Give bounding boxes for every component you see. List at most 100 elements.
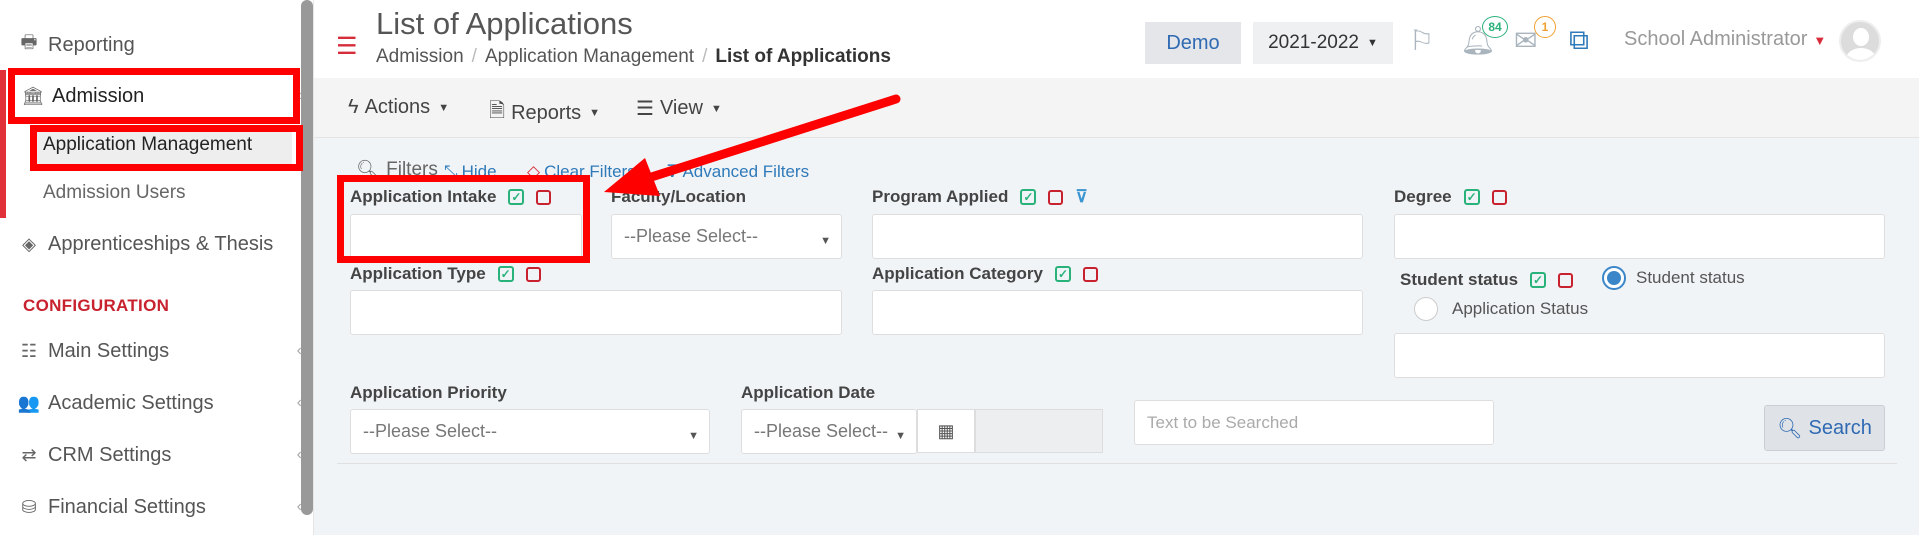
- select-all-checkbox-icon[interactable]: ✓: [497, 266, 514, 282]
- select-placeholder: --Please Select--: [754, 421, 889, 441]
- degree-label: Degree ✓: [1394, 187, 1507, 207]
- sidebar-subitem-application-management[interactable]: Application Management: [30, 126, 292, 164]
- application-date-select[interactable]: --Please Select-- ▼: [741, 409, 917, 454]
- section-heading-configuration: CONFIGURATION: [23, 296, 170, 315]
- calendar-icon[interactable]: ▦: [917, 409, 975, 453]
- label-text: Application Type: [350, 264, 486, 283]
- faculty-location-select[interactable]: --Please Select-- ▼: [611, 214, 842, 259]
- deselect-all-checkbox-icon[interactable]: [1491, 189, 1507, 205]
- deselect-all-checkbox-icon[interactable]: [1082, 266, 1098, 282]
- sliders-icon: ☷: [20, 340, 38, 361]
- breadcrumb-current: List of Applications: [715, 46, 891, 67]
- printer-icon: 🖶: [20, 32, 38, 52]
- radio-student-status[interactable]: Student status: [1602, 266, 1745, 290]
- actions-dropdown[interactable]: ϟ Actions ▼: [348, 96, 449, 119]
- sidebar-item-main-settings[interactable]: ☷ Main Settings ‹: [0, 331, 302, 371]
- hide-filters-link[interactable]: ⤡ Hide: [444, 162, 497, 182]
- radio-label: Student status: [1636, 268, 1745, 287]
- avatar[interactable]: [1839, 20, 1881, 62]
- deselect-all-checkbox-icon[interactable]: [1048, 189, 1064, 205]
- student-status-input[interactable]: [1394, 333, 1885, 378]
- users-icon: 👥: [17, 392, 41, 413]
- breadcrumb-item[interactable]: Admission: [376, 46, 464, 68]
- view-label: View: [659, 97, 703, 119]
- application-type-label: Application Type ✓: [350, 264, 541, 284]
- clear-label: Clear Filters: [544, 162, 636, 181]
- label-text: Program Applied: [872, 187, 1009, 206]
- bank-icon: 🏛: [21, 85, 45, 106]
- sidebar-item-admission[interactable]: 🏛 Admission ‹: [0, 76, 302, 116]
- filters-heading: 🔍︎ Filters: [356, 158, 438, 182]
- student-status-label: Student status ✓: [1400, 270, 1574, 290]
- application-type-input[interactable]: [350, 290, 842, 335]
- faculty-location-label: Faculty/Location: [611, 187, 747, 206]
- deselect-all-checkbox-icon[interactable]: [1558, 272, 1574, 288]
- application-intake-label: Application Intake ✓: [350, 187, 552, 207]
- select-all-checkbox-icon[interactable]: ✓: [1020, 189, 1037, 205]
- sidebar-item-apprenticeships[interactable]: ◈ Apprenticeships & Thesis: [0, 224, 300, 264]
- application-intake-input[interactable]: [350, 214, 582, 259]
- flag-icon[interactable]: ⚐: [1409, 24, 1434, 57]
- radio-button[interactable]: [1602, 266, 1626, 290]
- reports-dropdown[interactable]: 🗎 Reports ▼: [489, 96, 600, 130]
- sidebar-item-financial-settings[interactable]: ⛁ Financial Settings ‹: [0, 487, 302, 527]
- user-name: School Administrator: [1624, 28, 1808, 50]
- label-text: Application Intake: [350, 187, 497, 206]
- advanced-filters-link[interactable]: ⊽ Advanced Filters: [666, 162, 809, 182]
- list-icon: ☰: [636, 98, 654, 120]
- view-dropdown[interactable]: ☰ View ▼: [636, 96, 722, 121]
- date-range-input[interactable]: [975, 409, 1103, 453]
- caret-down-icon: ▼: [589, 107, 601, 119]
- funnel-icon[interactable]: ⊽: [1075, 187, 1087, 207]
- sidebar-item-label: Apprenticeships & Thesis: [48, 232, 274, 255]
- advanced-label: Advanced Filters: [682, 162, 810, 181]
- clear-filters-link[interactable]: ◇ Clear Filters: [527, 162, 636, 182]
- layers-plus-icon[interactable]: ⧉: [1569, 24, 1589, 57]
- breadcrumb-separator: /: [471, 46, 477, 67]
- degree-input[interactable]: [1394, 214, 1885, 259]
- sidebar-subitem-label: Admission Users: [43, 182, 186, 203]
- sidebar-subitem-admission-users[interactable]: Admission Users: [30, 174, 292, 212]
- radio-application-status[interactable]: Application Status: [1414, 297, 1588, 321]
- input-placeholder: Text to be Searched: [1147, 412, 1299, 432]
- sidebar-item-crm-settings[interactable]: ⇄ CRM Settings ‹: [0, 435, 302, 475]
- page-title: List of Applications: [376, 6, 633, 41]
- message-count-badge: 1: [1534, 16, 1556, 38]
- select-placeholder: --Please Select--: [624, 226, 759, 246]
- caret-down-icon: ▼: [820, 235, 831, 247]
- breadcrumb-item[interactable]: Application Management: [485, 46, 694, 68]
- sidebar: 🖶 Reporting 🏛 Admission ‹ Application Ma…: [0, 0, 314, 535]
- academic-year-select[interactable]: 2021-2022 ▼: [1253, 22, 1393, 64]
- sidebar-scrollbar[interactable]: [301, 0, 313, 515]
- menu-toggle-icon[interactable]: ☰: [336, 32, 358, 61]
- demo-button[interactable]: Demo: [1145, 22, 1241, 64]
- sidebar-item-label: Main Settings: [48, 339, 170, 362]
- application-date-label: Application Date: [741, 383, 876, 402]
- caret-down-icon: ▼: [1813, 33, 1827, 48]
- label-text: Degree: [1394, 187, 1452, 206]
- sidebar-item-academic-settings[interactable]: 👥 Academic Settings ‹: [0, 383, 302, 423]
- select-all-checkbox-icon[interactable]: ✓: [1054, 266, 1071, 282]
- program-applied-input[interactable]: [872, 214, 1363, 259]
- select-all-checkbox-icon[interactable]: ✓: [1463, 189, 1480, 205]
- select-all-checkbox-icon[interactable]: ✓: [1530, 272, 1547, 288]
- caret-down-icon: ▼: [895, 430, 906, 442]
- application-category-input[interactable]: [872, 290, 1363, 335]
- compress-icon: ⤡: [444, 162, 458, 181]
- deselect-all-checkbox-icon[interactable]: [525, 266, 541, 282]
- search-button[interactable]: 🔍︎ Search: [1764, 405, 1885, 451]
- application-priority-label: Application Priority: [350, 383, 507, 402]
- sidebar-item-label: Academic Settings: [48, 391, 214, 414]
- label-text: Student status: [1400, 270, 1519, 289]
- user-menu[interactable]: School Administrator ▼: [1624, 28, 1826, 51]
- application-category-label: Application Category ✓: [872, 264, 1098, 284]
- divider: [337, 463, 1897, 464]
- search-text-input[interactable]: Text to be Searched: [1134, 400, 1494, 445]
- radio-button[interactable]: [1414, 297, 1438, 321]
- select-all-checkbox-icon[interactable]: ✓: [508, 189, 525, 205]
- application-priority-select[interactable]: --Please Select-- ▼: [350, 409, 710, 454]
- deselect-all-checkbox-icon[interactable]: [536, 189, 552, 205]
- label-text: Application Category: [872, 264, 1043, 283]
- sidebar-item-reporting[interactable]: 🖶 Reporting: [0, 25, 300, 65]
- shuffle-icon: ⇄: [21, 444, 37, 465]
